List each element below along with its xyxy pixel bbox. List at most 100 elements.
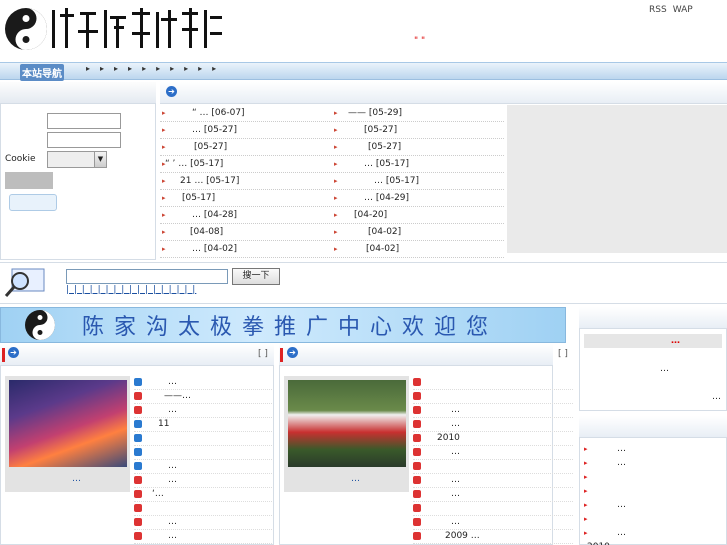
list-item[interactable]: …	[134, 460, 272, 474]
site-logo[interactable]	[4, 2, 224, 56]
list-item[interactable]: ‘…	[134, 488, 272, 502]
news-item-title[interactable]: … [04-02]	[192, 244, 237, 254]
search-button[interactable]: 搜一下	[232, 268, 280, 285]
right-list-item[interactable]: ▸	[581, 471, 725, 485]
right-list-item-title[interactable]: …	[617, 500, 626, 510]
list-item[interactable]	[134, 502, 272, 516]
news-item[interactable]: ▸ … [04-28]	[160, 207, 332, 224]
right-list-item[interactable]: ▸…	[581, 457, 725, 471]
right-list-item-title[interactable]: …	[617, 444, 626, 454]
news-item-title[interactable]: 21 … [05-17]	[180, 176, 239, 186]
list-item-title[interactable]: …	[451, 517, 460, 527]
right-box-1-highlight[interactable]: …	[671, 336, 680, 346]
right-list-item-title[interactable]: …	[617, 528, 626, 538]
search-input[interactable]	[66, 269, 228, 284]
news-item[interactable]: ▸ “ ’ … [05-17]	[160, 156, 332, 173]
login-button[interactable]	[5, 172, 53, 189]
nav-item[interactable]: ▸	[156, 64, 170, 73]
nav-item[interactable]: ▸	[114, 64, 128, 73]
news-item-title[interactable]: “ ’ … [05-17]	[165, 159, 223, 169]
news-item-title[interactable]: [05-27]	[194, 142, 227, 152]
list-item-title[interactable]: …	[168, 517, 177, 527]
list-item-title[interactable]: …	[168, 475, 177, 485]
panel-right-photo[interactable]	[288, 380, 406, 467]
news-item[interactable]: ▸ … [04-02]	[160, 241, 332, 258]
news-item-title[interactable]: … [05-27]	[192, 125, 237, 135]
news-item[interactable]: ▸ 21 … [05-17]	[160, 173, 332, 190]
right-list-item-title[interactable]: …	[617, 458, 626, 468]
wap-link[interactable]: WAP	[673, 5, 693, 15]
list-item-title[interactable]: ——…	[164, 391, 191, 401]
chevron-down-icon[interactable]: ▼	[94, 152, 106, 167]
news-item[interactable]: ▸ … [05-17]	[332, 156, 504, 173]
search-hot-links[interactable]: | | | | | | | | | | | | | | | | |	[66, 285, 196, 295]
news-item-title[interactable]: —— [05-29]	[348, 108, 402, 118]
nav-item[interactable]: ▸	[170, 64, 184, 73]
username-input[interactable]	[47, 113, 121, 129]
list-item[interactable]: ——…	[134, 390, 272, 404]
list-item-title[interactable]: …	[451, 447, 460, 457]
list-item[interactable]: …	[413, 516, 573, 530]
panel-right-more[interactable]: [ ]	[558, 349, 568, 359]
list-item[interactable]: 2009 …	[413, 530, 573, 544]
list-item[interactable]: 2010	[413, 432, 573, 446]
news-item-title[interactable]: … [05-17]	[374, 176, 419, 186]
list-item[interactable]: …	[413, 488, 573, 502]
news-item-title[interactable]: … [04-28]	[192, 210, 237, 220]
list-item[interactable]: …	[134, 376, 272, 390]
right-list-item[interactable]: ▸…	[581, 499, 725, 513]
list-item[interactable]: …	[134, 474, 272, 488]
list-item[interactable]: …	[413, 404, 573, 418]
list-item-title[interactable]: …	[168, 461, 177, 471]
news-item[interactable]: ▸ … [04-29]	[332, 190, 504, 207]
list-item-title[interactable]: …	[168, 531, 177, 541]
news-item-title[interactable]: [05-27]	[368, 142, 401, 152]
password-input[interactable]	[47, 132, 121, 148]
right-list-item[interactable]: ▸	[581, 513, 725, 527]
news-item[interactable]: ▸ [04-20]	[332, 207, 504, 224]
nav-item[interactable]: ▸	[184, 64, 198, 73]
news-item-title[interactable]: [05-17]	[182, 193, 215, 203]
news-item-title[interactable]: [05-27]	[364, 125, 397, 135]
news-item[interactable]: ▸ —— [05-29]	[332, 105, 504, 122]
list-item[interactable]: …	[134, 530, 272, 544]
list-item-title[interactable]: …	[451, 405, 460, 415]
nav-item[interactable]: ▸	[198, 64, 212, 73]
list-item[interactable]	[134, 446, 272, 460]
nav-item[interactable]: ▸	[100, 64, 114, 73]
list-item-title[interactable]: …	[451, 489, 460, 499]
news-item-title[interactable]: [04-02]	[368, 227, 401, 237]
list-item[interactable]: …	[134, 404, 272, 418]
list-item-title[interactable]: …	[451, 419, 460, 429]
news-item[interactable]: ▸ “ … [06-07]	[160, 105, 332, 122]
nav-item[interactable]: ▸	[128, 64, 142, 73]
list-item-title[interactable]: …	[168, 377, 177, 387]
nav-item[interactable]: ▸	[86, 64, 100, 73]
news-item[interactable]: ▸ [05-27]	[332, 122, 504, 139]
news-item-title[interactable]: … [05-17]	[364, 159, 409, 169]
list-item[interactable]: …	[413, 418, 573, 432]
register-button[interactable]	[9, 194, 57, 211]
right-list-item[interactable]: ▸…	[581, 443, 725, 457]
list-item[interactable]: …	[134, 516, 272, 530]
nav-title[interactable]: 本站导航	[20, 64, 64, 81]
list-item-title[interactable]: 2009 …	[445, 531, 480, 541]
news-item-title[interactable]: “ … [06-07]	[192, 108, 245, 118]
news-item[interactable]: ▸ … [05-27]	[160, 122, 332, 139]
panel-right-caption[interactable]: …	[351, 474, 360, 484]
panel-left-photo[interactable]	[9, 380, 127, 467]
panel-left-caption[interactable]: …	[72, 474, 81, 484]
list-item[interactable]	[413, 390, 573, 404]
right-list-item[interactable]: ▸	[581, 485, 725, 499]
nav-item[interactable]: ▸	[212, 64, 226, 73]
news-item[interactable]: ▸ [04-08]	[160, 224, 332, 241]
list-item[interactable]: …	[413, 446, 573, 460]
news-item[interactable]: ▸ [04-02]	[332, 224, 504, 241]
list-item-title[interactable]: 2010	[437, 433, 460, 443]
news-item-title[interactable]: [04-08]	[190, 227, 223, 237]
list-item-title[interactable]: ‘…	[152, 489, 164, 499]
list-item-title[interactable]: …	[451, 475, 460, 485]
news-item[interactable]: ▸ [05-27]	[160, 139, 332, 156]
list-item[interactable]	[134, 432, 272, 446]
list-item[interactable]	[413, 502, 573, 516]
